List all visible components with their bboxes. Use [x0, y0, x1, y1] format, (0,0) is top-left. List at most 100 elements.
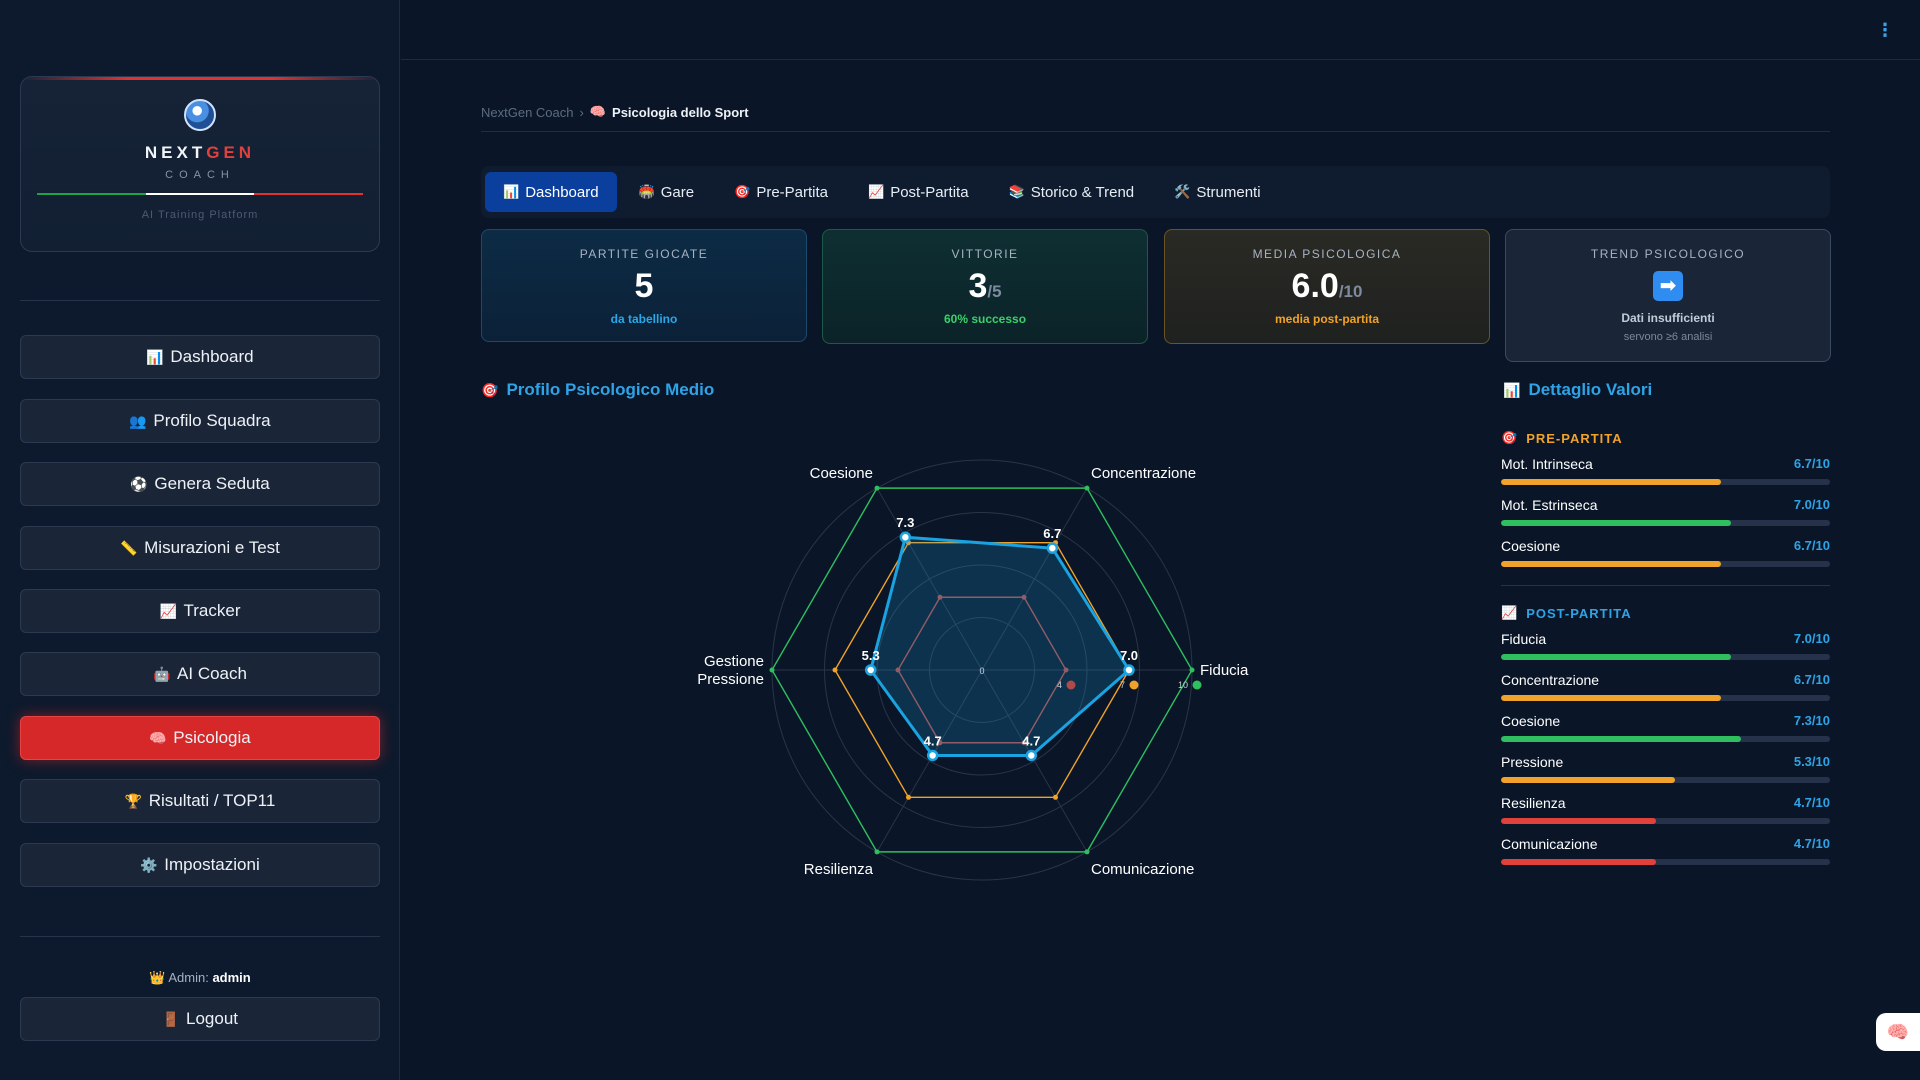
radar-ring-tick-label: 10	[1178, 680, 1188, 690]
tab-label: Gare	[660, 183, 695, 201]
radar-series-point	[864, 664, 877, 676]
metric-bar-fill	[1501, 561, 1722, 567]
radar-chart: 7.0 6.7 7.3 5.3 4.7 4.7 0 10 7 4 Fiducia Concentraz…	[697, 459, 1249, 881]
stat-note: Dati insufficienti	[1621, 311, 1715, 325]
tab-pre-partita[interactable]: 🎯 Pre-Partita	[716, 172, 846, 212]
radar-series-point	[926, 749, 939, 762]
metric-row: Mot. Intrinseca 6.7/10	[1501, 456, 1830, 485]
radar-value-label: 7.0	[1120, 648, 1138, 663]
ball-icon: ⚽	[130, 475, 148, 492]
admin-name: admin	[212, 970, 251, 985]
tab-post-partita[interactable]: 📈 Post-Partita	[850, 172, 987, 212]
radar-value-label: 4.7	[924, 733, 942, 748]
crown-icon: 👑	[149, 970, 166, 985]
metric-bar-fill	[1501, 777, 1676, 783]
stat-value: 6.0/10	[1291, 267, 1363, 305]
tab-icon: 🏟️	[638, 184, 655, 199]
metric-name: Mot. Estrinseca	[1501, 497, 1598, 513]
radar-axis-label: Fiducia	[1200, 662, 1249, 679]
brand-sub: COACH	[165, 169, 235, 181]
tab-label: Strumenti	[1196, 183, 1261, 201]
pre-partita-heading: 🎯 PRE-PARTITA	[1501, 430, 1623, 446]
stat-value: 5	[634, 267, 654, 305]
brand-tagline: AI Training Platform	[141, 209, 259, 221]
sidebar-item-label: Tracker	[183, 601, 241, 620]
post-partita-heading: 📈 POST-PARTITA	[1501, 605, 1632, 621]
metric-name: Coesione	[1501, 713, 1561, 729]
metric-bar-fill	[1501, 736, 1742, 742]
door-icon: 🚪	[162, 1010, 180, 1027]
tab-gare[interactable]: 🏟️ Gare	[621, 172, 713, 212]
breadcrumb-current: Psicologia dello Sport	[612, 104, 749, 120]
trophy-icon: 🏆	[124, 792, 143, 809]
tab-label: Storico & Trend	[1030, 183, 1135, 201]
sidebar-item-tracker[interactable]: 📈 Tracker	[20, 589, 380, 633]
metric-row: Mot. Estrinseca 7.0/10	[1501, 497, 1830, 526]
stat-vittorie: VITTORIE 3/5 60% successo	[822, 229, 1148, 344]
metric-bar-track	[1501, 520, 1830, 526]
sidebar-item-risultati-top11[interactable]: 🏆 Risultati / TOP11	[20, 779, 380, 823]
radar-axis-label: Resilienza	[804, 861, 874, 878]
sidebar-item-impostazioni[interactable]: ⚙️ Impostazioni	[20, 843, 380, 887]
radar-axis-label-line: Pressione	[697, 671, 764, 688]
radar-ring-tick-label: 7	[1120, 680, 1125, 690]
sidebar-item-dashboard[interactable]: 📊 Dashboard	[20, 335, 380, 379]
metric-row: Fiducia 7.0/10	[1501, 631, 1830, 660]
metric-bar-fill	[1501, 520, 1732, 526]
metric-name: Coesione	[1501, 538, 1561, 554]
tab-storico-trend[interactable]: 📚 Storico & Trend	[991, 172, 1153, 212]
tab-icon: 📊	[503, 184, 520, 199]
logout-button[interactable]: 🚪 Logout	[20, 997, 380, 1041]
tab-bar: 📊 Dashboard 🏟️ Gare 🎯 Pre-Partita 📈 Post-Partit…	[481, 166, 1830, 218]
brand-card: NEXTGEN COACH AI Training Platform	[20, 76, 380, 252]
more-menu-icon[interactable]: ⋮	[1876, 20, 1894, 41]
stat-value: 3/5	[968, 267, 1002, 305]
metric-bar-fill	[1501, 654, 1732, 660]
sidebar-item-ai-coach[interactable]: 🤖 AI Coach	[20, 652, 380, 696]
admin-info: 👑 Admin: admin	[20, 970, 380, 986]
metric-value: 6.7/10	[1793, 538, 1830, 553]
sidebar-item-label: Misurazioni e Test	[144, 538, 280, 557]
tab-label: Pre-Partita	[756, 183, 829, 201]
sidebar-item-genera-seduta[interactable]: ⚽ Genera Seduta	[20, 462, 380, 506]
metric-value: 7.0/10	[1793, 497, 1830, 512]
sidebar-item-psicologia[interactable]: 🧠 Psicologia	[20, 716, 380, 760]
radar-value-label: 5.3	[862, 648, 880, 663]
radar-series-point	[1025, 749, 1038, 762]
radar-series-point	[1123, 664, 1135, 676]
sidebar-divider	[20, 300, 380, 301]
metric-value: 7.3/10	[1793, 713, 1830, 728]
metric-bar-fill	[1501, 479, 1722, 485]
metric-name: Fiducia	[1501, 631, 1547, 647]
sidebar-item-label: Genera Seduta	[154, 474, 270, 493]
metric-bar-track	[1501, 818, 1830, 824]
trend-icon: 📈	[1501, 605, 1519, 620]
floating-brain-button[interactable]: 🧠	[1876, 1013, 1920, 1051]
metric-value: 6.7/10	[1793, 672, 1830, 687]
radar-ring-point	[1189, 667, 1195, 673]
brain-icon: 🧠	[589, 104, 607, 119]
radar-ring-point	[1084, 485, 1090, 491]
sidebar-item-label: AI Coach	[177, 664, 247, 683]
radar-ring-point	[874, 849, 880, 855]
radar-value-label: 6.7	[1043, 526, 1061, 541]
target-icon: 🎯	[1501, 430, 1519, 445]
stat-label: TREND PSICOLOGICO	[1590, 247, 1746, 261]
tab-label: Post-Partita	[890, 183, 969, 201]
breadcrumb-root[interactable]: NextGen Coach	[481, 105, 574, 120]
radar-ring-point	[906, 794, 911, 800]
ruler-icon: 📏	[120, 539, 138, 556]
sidebar-item-misurazioni-e-test[interactable]: 📏 Misurazioni e Test	[20, 526, 380, 570]
metric-value: 5.3/10	[1793, 754, 1830, 769]
details-section-title: 📊 Dettaglio Valori	[1503, 380, 1653, 399]
tab-icon: 🛠️	[1174, 184, 1191, 199]
tab-strumenti[interactable]: 🛠️ Strumenti	[1156, 172, 1278, 212]
tab-dashboard[interactable]: 📊 Dashboard	[485, 172, 617, 212]
stat-label: MEDIA PSICOLOGICA	[1252, 247, 1402, 261]
stat-label: VITTORIE	[951, 247, 1019, 261]
radar-axis-label: Gestione Pressione	[697, 653, 764, 688]
sidebar-item-profilo-squadra[interactable]: 👥 Profilo Squadra	[20, 399, 380, 443]
sidebar-item-label: Dashboard	[170, 347, 254, 366]
radar-ring-legend-dot	[1192, 680, 1202, 690]
metric-name: Concentrazione	[1501, 672, 1600, 688]
